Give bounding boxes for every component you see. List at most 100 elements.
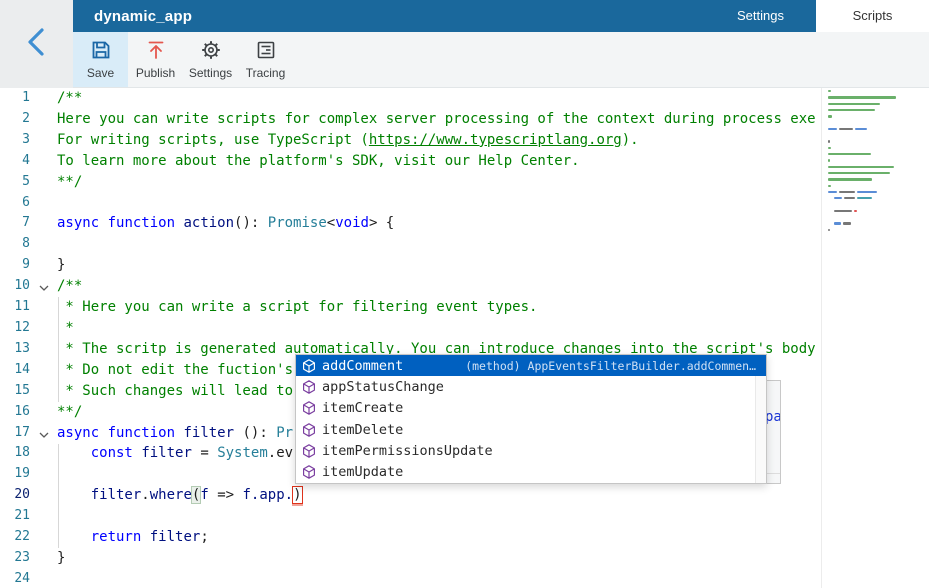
code-text: return filter;	[57, 527, 209, 548]
code-text: }	[57, 548, 65, 569]
line-number: 7	[0, 213, 30, 234]
code-text: * Such changes will lead to	[57, 381, 293, 402]
minimap-line	[828, 115, 832, 117]
line-number: 13	[0, 339, 30, 360]
minimap-line	[828, 128, 867, 130]
code-line[interactable]: 8	[0, 234, 821, 255]
code-text: /**	[57, 88, 82, 109]
line-number: 18	[0, 443, 30, 464]
minimap-line	[828, 159, 830, 161]
minimap-line	[828, 191, 877, 193]
tracing-button[interactable]: Tracing	[238, 32, 293, 87]
suggest-item[interactable]: appStatusChange	[296, 376, 766, 397]
code-line[interactable]: 10 /**	[0, 276, 821, 297]
code-line[interactable]: 2Here you can write scripts for complex …	[0, 109, 821, 130]
app-window: dynamic_app Settings Scripts Save Publis…	[0, 0, 929, 588]
method-cube-icon	[301, 400, 317, 416]
code-text: const filter = System.ev	[57, 443, 293, 464]
line-number: 22	[0, 527, 30, 548]
minimap[interactable]	[821, 88, 929, 588]
method-cube-icon	[301, 422, 317, 438]
code-text: async function action(): Promise<void> {	[57, 213, 394, 234]
code-editor[interactable]: 1/**2Here you can write scripts for comp…	[0, 88, 929, 588]
back-button[interactable]	[0, 0, 73, 88]
line-number: 8	[0, 234, 30, 255]
title-bar: dynamic_app Settings	[73, 0, 816, 32]
line-number: 16	[0, 402, 30, 423]
suggest-label: itemCreate	[322, 400, 403, 416]
code-line[interactable]: 6	[0, 193, 821, 214]
code-line[interactable]: 11 * Here you can write a script for fil…	[0, 297, 821, 318]
suggest-label: itemUpdate	[322, 464, 403, 480]
minimap-line	[828, 90, 831, 92]
code-text: /**	[57, 276, 82, 297]
code-text: Here you can write scripts for complex s…	[57, 109, 816, 130]
publish-label: Publish	[136, 66, 175, 80]
line-number: 12	[0, 318, 30, 339]
code-text: *	[57, 318, 74, 339]
code-text: async function filter (): Pr	[57, 423, 293, 444]
line-number: 15	[0, 381, 30, 402]
minimap-line	[828, 109, 875, 111]
minimap-line	[828, 178, 872, 180]
code-lines: 1/**2Here you can write scripts for comp…	[0, 88, 821, 588]
line-number: 19	[0, 464, 30, 485]
minimap-line	[828, 103, 880, 105]
code-line[interactable]: 24	[0, 569, 821, 588]
tracing-label: Tracing	[246, 66, 286, 80]
code-line[interactable]: 9}	[0, 255, 821, 276]
code-line[interactable]: 20 filter.where(f => f.app.)	[0, 485, 821, 506]
code-line[interactable]: 7 async function action(): Promise<void> …	[0, 213, 821, 234]
code-text: **/	[57, 172, 82, 193]
code-line[interactable]: 23}	[0, 548, 821, 569]
line-number: 9	[0, 255, 30, 276]
suggest-item[interactable]: itemUpdate	[296, 461, 766, 482]
minimap-line	[828, 222, 851, 224]
publish-button[interactable]: Publish	[128, 32, 183, 87]
code-line[interactable]: 5 **/	[0, 172, 821, 193]
code-line[interactable]: 3For writing scripts, use TypeScript (ht…	[0, 130, 821, 151]
line-number: 6	[0, 193, 30, 214]
minimap-line	[828, 210, 857, 212]
suggest-item[interactable]: itemDelete	[296, 419, 766, 440]
docs-peek-text: pa	[765, 409, 781, 425]
line-number: 10	[0, 276, 30, 297]
code-line[interactable]: 21	[0, 506, 821, 527]
suggest-widget: addComment(method) AppEventsFilterBuilde…	[295, 354, 767, 484]
code-line[interactable]: 22 return filter;	[0, 527, 821, 548]
code-line[interactable]: 4To learn more about the platform's SDK,…	[0, 151, 821, 172]
code-line[interactable]: 12 *	[0, 318, 821, 339]
code-line[interactable]: 1 /**	[0, 88, 821, 109]
minimap-line	[828, 166, 894, 168]
tab-scripts[interactable]: Scripts	[816, 0, 929, 32]
line-number: 21	[0, 506, 30, 527]
code-text: }	[57, 255, 65, 276]
suggest-label: addComment	[322, 358, 403, 374]
line-number: 17	[0, 423, 30, 444]
toolbar: Save Publish Settings Tracing	[73, 32, 929, 88]
save-label: Save	[87, 66, 114, 80]
minimap-line	[828, 185, 831, 187]
minimap-line	[828, 153, 871, 155]
settings-button[interactable]: Settings	[183, 32, 238, 87]
minimap-line	[828, 229, 830, 231]
gear-icon	[200, 39, 222, 64]
line-number: 20	[0, 485, 30, 506]
method-cube-icon	[301, 443, 317, 459]
minimap-line	[828, 140, 830, 142]
suggest-scrollbar[interactable]	[755, 376, 766, 482]
line-number: 1	[0, 88, 30, 109]
suggest-item[interactable]: itemCreate	[296, 398, 766, 419]
tracing-icon	[255, 39, 277, 64]
suggest-item[interactable]: addComment(method) AppEventsFilterBuilde…	[296, 355, 766, 376]
save-button[interactable]: Save	[73, 32, 128, 87]
settings-label: Settings	[189, 66, 232, 80]
line-number: 5	[0, 172, 30, 193]
suggest-label: itemDelete	[322, 422, 403, 438]
tab-settings[interactable]: Settings	[705, 0, 816, 32]
suggest-item[interactable]: itemPermissionsUpdate	[296, 440, 766, 461]
page-title: dynamic_app	[94, 8, 192, 25]
save-icon	[90, 39, 112, 64]
code-text: To learn more about the platform's SDK, …	[57, 151, 580, 172]
line-number: 11	[0, 297, 30, 318]
